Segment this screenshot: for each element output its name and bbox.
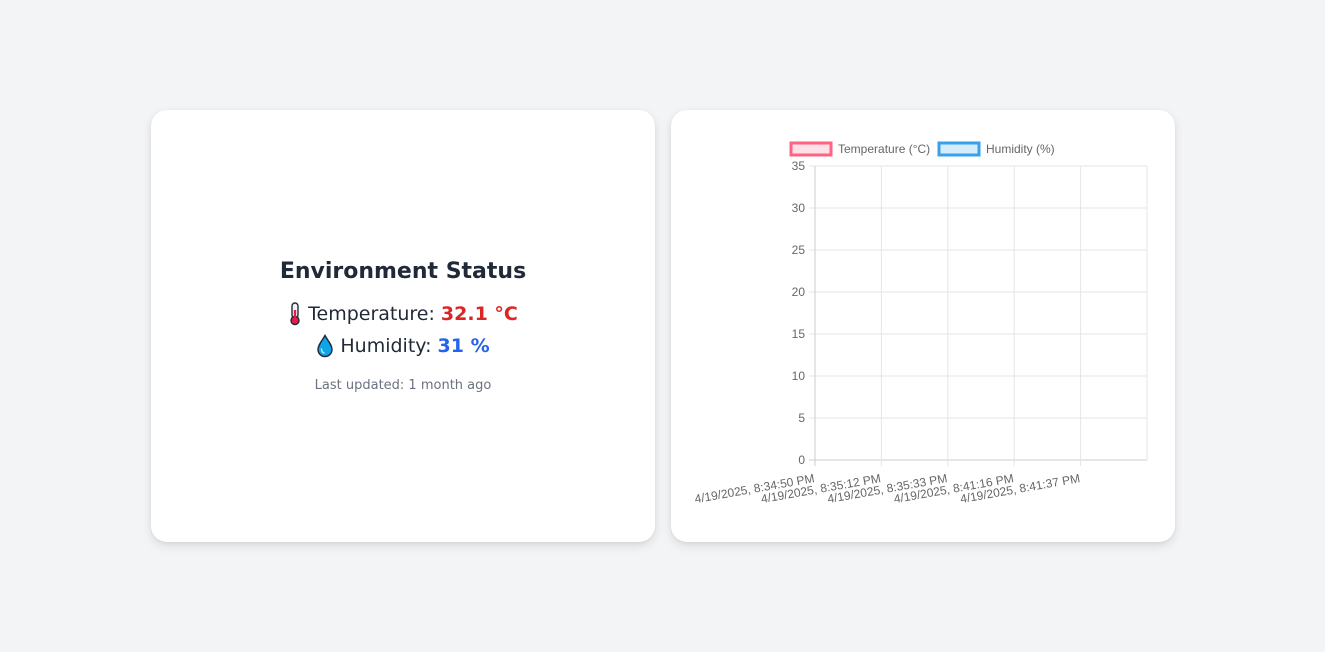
status-card: Environment Status Temperature: 32.1 °C … (151, 110, 655, 542)
temperature-label: Temperature: (308, 303, 435, 325)
humidity-label: Humidity: (340, 335, 432, 357)
y-tick-label: 30 (792, 201, 806, 215)
droplet-icon (316, 334, 334, 358)
y-tick-label: 0 (798, 453, 805, 467)
last-updated: Last updated: 1 month ago (314, 378, 492, 393)
legend-label: Humidity (%) (986, 142, 1055, 156)
y-tick-label: 25 (792, 243, 806, 257)
chart-card: 0 5 10 15 20 25 30 35 4/19/2025, 8:34:50 PM 4/19/… (671, 110, 1175, 542)
humidity-value: 31 % (437, 335, 490, 357)
temperature-reading: Temperature: 32.1 °C (288, 302, 518, 326)
line-chart: 051015202530354/19/2025, 8:34:50 PM4/19/… (693, 141, 1148, 506)
y-tick-label: 15 (792, 327, 806, 341)
y-tick-label: 35 (792, 159, 806, 173)
y-tick-label: 5 (798, 411, 805, 425)
page-title: Environment Status (279, 259, 527, 284)
y-tick-label: 20 (792, 285, 806, 299)
legend-swatch (937, 141, 981, 157)
temperature-value: 32.1 °C (440, 303, 518, 325)
legend-swatch (789, 141, 833, 157)
dashboard: Environment Status Temperature: 32.1 °C … (151, 110, 1175, 542)
humidity-reading: Humidity: 31 % (316, 334, 490, 358)
y-tick-label: 10 (792, 369, 806, 383)
thermometer-icon (288, 302, 302, 326)
legend-label: Temperature (°C) (838, 142, 930, 156)
